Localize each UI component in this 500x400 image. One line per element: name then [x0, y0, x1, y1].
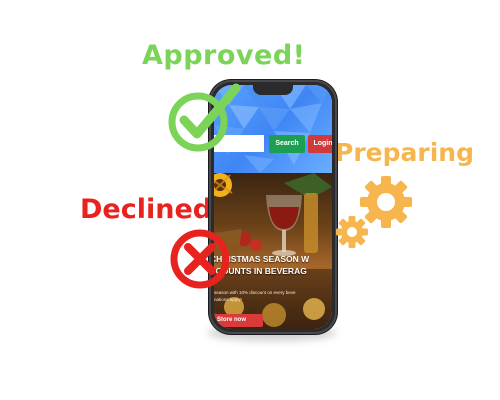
sunflower-illustration	[214, 173, 233, 197]
declined-label: Declined!	[80, 194, 225, 225]
search-button[interactable]: Search	[269, 135, 305, 153]
gears-icon	[336, 176, 412, 248]
bottle-illustration	[304, 193, 318, 253]
preparing-label: Preparing	[335, 138, 474, 167]
wine-glass-illustration	[266, 195, 302, 256]
illustration-canvas: Approved! Preparing Declined! Search Log…	[0, 0, 500, 400]
check-circle-icon	[168, 83, 241, 152]
login-button[interactable]: Login	[308, 135, 332, 153]
small-gear	[336, 216, 368, 248]
approved-label: Approved!	[142, 40, 306, 71]
large-gear	[360, 176, 412, 228]
phone-notch	[253, 85, 293, 95]
x-circle-icon	[170, 229, 230, 289]
hero-text: season with 10% discount on every beve n…	[214, 290, 296, 302]
store-now-button[interactable]: Store now	[214, 314, 263, 327]
